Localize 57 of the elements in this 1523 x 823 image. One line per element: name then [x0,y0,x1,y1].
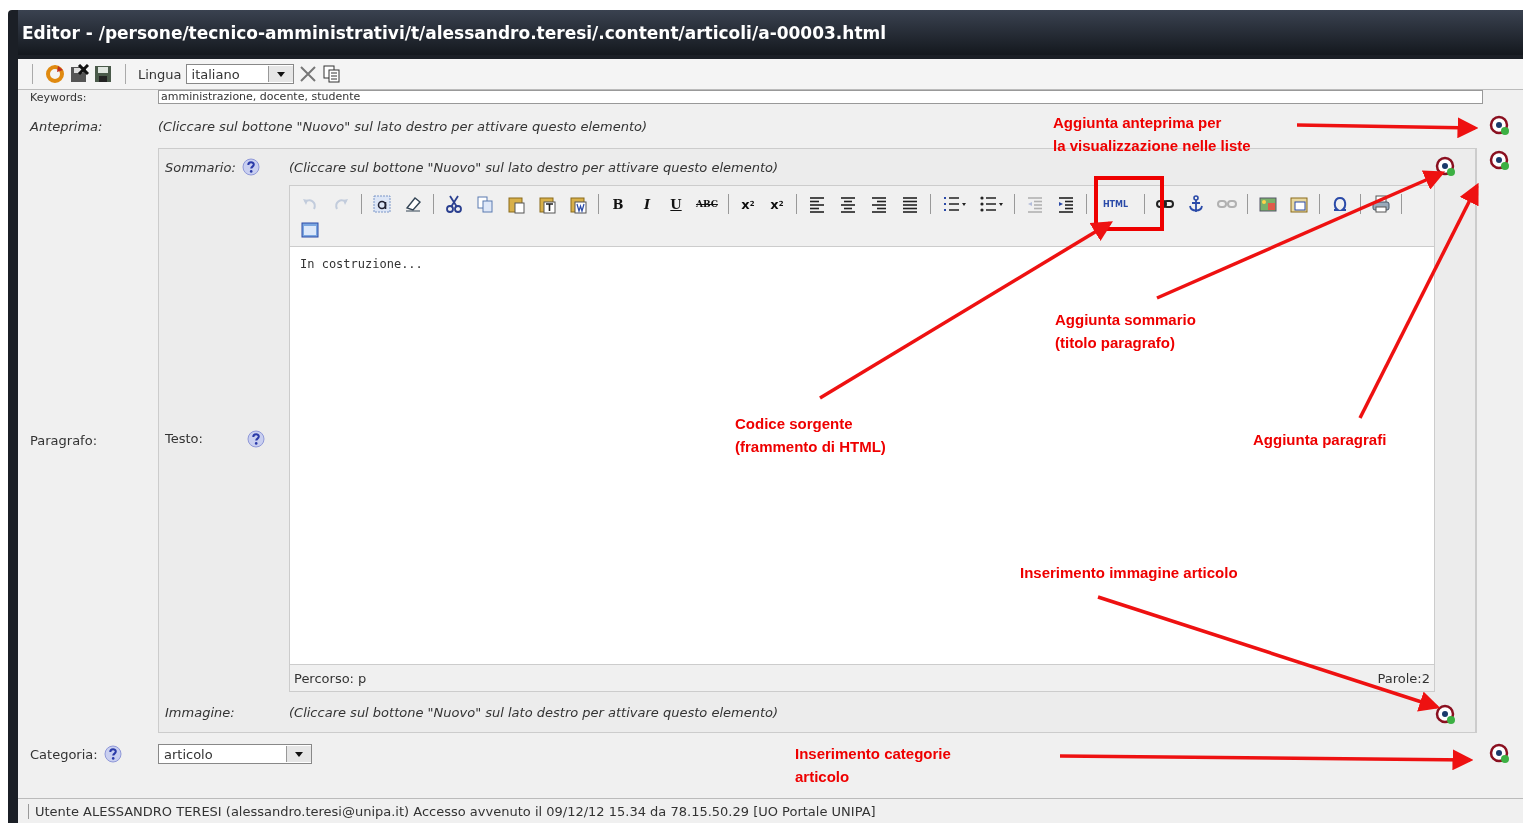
add-button[interactable] [1435,704,1457,726]
category-dropdown[interactable]: articolo [158,744,312,764]
help-icon[interactable] [246,429,265,448]
scissors-icon [444,194,464,214]
field-label: Testo: [165,431,203,446]
select-all-icon [372,194,392,214]
bold-button[interactable]: B [607,192,629,216]
help-icon[interactable] [103,745,122,763]
status-bar-text: Utente ALESSANDRO TERESI (alessandro.teresi@unipa.it) Accesso avvenuto il 09/12/12 15.34 da 78.15.50.29 [UO Portale UNIPA] [28,803,876,819]
underline-button[interactable]: U [665,192,687,216]
html-source-button[interactable]: HTML [1094,192,1137,216]
italic-button[interactable]: I [636,192,658,216]
add-button[interactable] [1489,115,1511,137]
strikethrough-button[interactable]: ABC [694,192,720,216]
window-title: Editor - /persone/tecnico-amministrativi/t/alessandro.teresi/.content/articoli/a-00003.html [22,22,887,43]
annotation-label: Aggiunta sommario (titolo paragrafo) [1055,310,1196,353]
language-label: Lingua [138,66,182,82]
add-button[interactable] [1435,156,1457,178]
printer-icon [1371,194,1392,214]
field-label: Anteprima: [30,118,103,134]
hint-text: (Cliccare sul bottone "Nuovo" sul lato destro per attivare questo elemento) [158,118,648,134]
add-button[interactable] [1489,150,1511,172]
superscript-button[interactable]: x$^{2}$ [765,192,788,216]
highlight-box [1094,176,1164,231]
annotation-label: Aggiunta paragrafi [1253,430,1387,450]
help-icon[interactable] [241,158,260,176]
hint-text: (Cliccare sul bottone "Nuovo" sul lato destro per attivare questo elemento) [289,704,779,720]
caret-icon [295,751,303,757]
annotation-label: Aggiunta anteprima per la visualizzazione nelle liste [1053,113,1251,156]
annotation-label: Inserimento immagine articolo [1020,563,1238,583]
annotation-label: Inserimento categorie articolo [795,744,951,787]
refresh-icon[interactable] [45,64,65,84]
discard-icon[interactable] [69,64,89,84]
caret-icon [276,71,285,77]
field-label: Paragrafo: [30,433,97,448]
clipboard-text-icon [537,194,557,214]
field-label: Immagine: [165,704,235,720]
copy-icon [475,194,495,214]
preview-icon [300,220,320,240]
copy-icon[interactable] [321,64,342,84]
media-icon [1289,194,1310,214]
image-icon [1258,194,1279,214]
save-icon[interactable] [93,64,113,84]
editor-content: In costruzione... [300,257,423,271]
annotation-label: Codice sorgente (frammento di HTML) [735,414,886,457]
clipboard-document-icon [568,194,588,214]
keywords-field[interactable]: amministrazione, docente, studente [158,90,1483,104]
word-count: Parole:2 [1377,670,1430,686]
hint-text: (Cliccare sul bottone "Nuovo" sul lato destro per attivare questo elemento) [289,159,779,175]
field-label: Keywords: [30,91,87,104]
language-dropdown[interactable]: italiano [185,64,294,84]
field-label: Categoria: [30,746,98,762]
clipboard-icon [506,194,526,214]
delete-icon[interactable] [297,64,318,84]
path-text: Percorso: p [294,670,367,686]
add-button[interactable] [1489,743,1511,765]
field-label: Sommario: [165,159,236,175]
